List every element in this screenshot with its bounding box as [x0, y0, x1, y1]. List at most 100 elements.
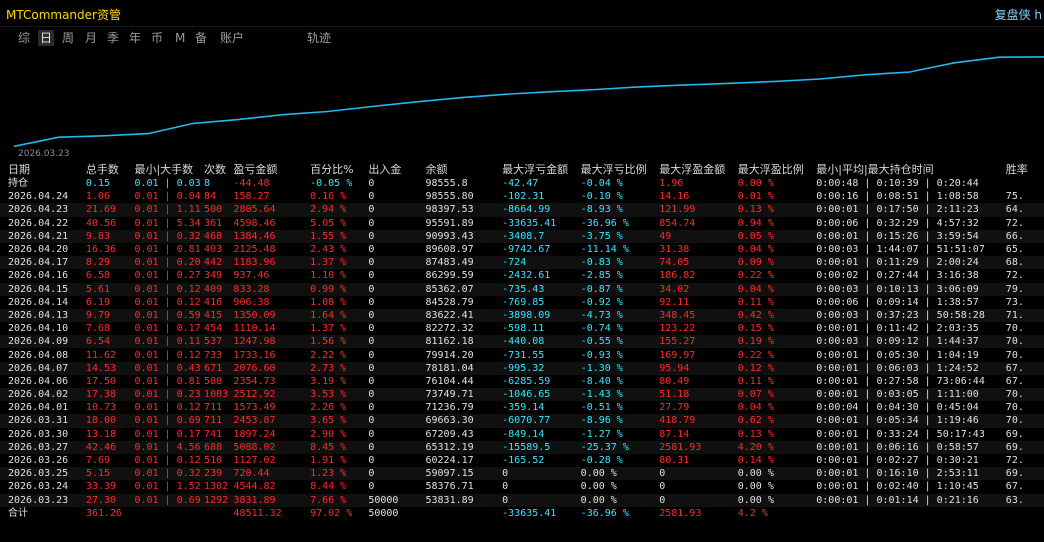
tab-month[interactable]: 月 [83, 30, 99, 46]
table-row[interactable]: 2026.04.01 10.73 0.01 | 0.12 711 1573.49 2.26… [0, 401, 1044, 414]
table-row[interactable]: 2026.04.02 17.38 0.01 | 0.23 1003 2512.92 3.5… [0, 388, 1044, 402]
header-count[interactable]: 次数 [204, 162, 233, 177]
cell-count: 409 [204, 282, 234, 296]
cell-mfpp: 0.00 % [737, 178, 774, 190]
table-row-holding[interactable]: 持仓 0.15 0.01 | 0.03 8 -44.48 -0.05 % 0 98555.8 -… [0, 177, 1044, 190]
header-total-lots[interactable]: 总手数 [86, 162, 135, 177]
cell-pnl: 1127.02 [233, 455, 276, 467]
cell-balance: 65312.19 [425, 440, 503, 454]
tab-day[interactable]: 日 [38, 30, 55, 46]
equity-point [461, 96, 463, 99]
cell-total: 21.69 [85, 203, 135, 217]
cell-win: 70. [1005, 335, 1044, 349]
table-row[interactable]: 2026.03.24 33.39 0.01 | 1.52 1302 4544.82 8.4… [0, 480, 1044, 493]
tab-notes[interactable]: 备 [193, 30, 209, 46]
header-win-rate[interactable]: 胜率 [1006, 162, 1044, 177]
header-holding-time[interactable]: 最小|平均|最大持仓时间 [816, 162, 1006, 177]
header-deposit-withdraw[interactable]: 出入金 [368, 162, 425, 177]
table-row[interactable]: 2026.04.23 21.69 0.01 | 1.11 500 2805.64 2.94… [0, 203, 1044, 217]
cell-pnl: 1573.49 [233, 402, 276, 414]
table-row[interactable]: 2026.03.30 13.18 0.01 | 0.17 741 1897.24 2.90… [0, 428, 1044, 441]
cell-mfl: -3408.7 [502, 229, 581, 243]
table-row[interactable]: 2026.04.08 11.62 0.01 | 0.12 733 1733.16 2.22… [0, 348, 1044, 361]
cell-mfp: 80.31 [659, 455, 690, 467]
equity-point [371, 105, 374, 108]
cell-date: 2026.04.02 [0, 388, 86, 402]
cell-count: 468 [204, 229, 234, 243]
cell-win: 64. [1005, 203, 1044, 217]
cell-mflp: -1.27 % [580, 428, 623, 440]
table-row[interactable]: 2026.04.10 7.68 0.01 | 0.17 454 1110.14 1.37 … [0, 322, 1044, 335]
table-row[interactable]: 2026.03.26 7.69 0.01 | 0.12 510 1127.02 1.91 … [0, 454, 1044, 467]
tab-year[interactable]: 年 [127, 30, 143, 46]
table-row-summary[interactable]: 合计 361.26 48511.32 97.02 % 50000 -33635.41 -36… [0, 507, 1044, 520]
header-max-floating-loss[interactable]: 最大浮亏金额 [502, 162, 581, 177]
cell-count: 537 [204, 335, 234, 349]
cell-balance: 95591.89 [425, 217, 474, 229]
cell-io: 0 [368, 203, 426, 217]
cell-date: 2026.03.31 [0, 414, 86, 428]
cell-mfp: 2581.93 [659, 440, 738, 454]
cell-date: 2026.04.21 [0, 229, 86, 243]
cell-balance: 58376.71 [425, 481, 474, 493]
header-pnl[interactable]: 盈亏金额 [233, 162, 310, 177]
equity-point [595, 88, 597, 91]
table-row[interactable]: 2026.04.15 5.61 0.01 | 0.12 409 833.28 0.99 %… [0, 282, 1044, 296]
cell-mflp: -0.83 % [580, 256, 660, 270]
daily-stats-table-container[interactable]: 日期 总手数 最小|大手数 次数 盈亏金额 百分比% 出入金 余额 最大浮亏金额… [0, 162, 1044, 542]
table-row[interactable]: 2026.04.24 1.06 0.01 | 0.04 84 158.27 0.16 % 0… [0, 190, 1044, 203]
cell-mfp: 14.16 [659, 191, 690, 203]
cell-pct: 0.99 % [310, 282, 369, 296]
cell-time: 0:00:06 | 0:09:14 | 1:38:57 [816, 296, 979, 308]
cell-mfp: 51.18 [659, 388, 738, 402]
cell-mfpp: 0.22 % [737, 349, 774, 361]
cell-io: 0 [368, 349, 375, 361]
header-max-floating-profit-pct[interactable]: 最大浮盈比例 [738, 162, 817, 177]
tab-currency[interactable]: 币 [149, 30, 165, 46]
table-row[interactable]: 2026.04.16 6.58 0.01 | 0.27 349 937.46 1.10 %… [0, 269, 1044, 282]
equity-point [58, 136, 60, 138]
header-max-floating-profit[interactable]: 最大浮盈金额 [659, 162, 738, 177]
table-row[interactable]: 2026.03.25 5.15 0.01 | 0.32 239 720.44 1.23 %… [0, 467, 1044, 481]
header-date[interactable]: 日期 [0, 162, 86, 177]
cell-count: 8 [204, 178, 211, 190]
header-percent[interactable]: 百分比% [310, 162, 368, 177]
table-row[interactable]: 2026.03.31 18.00 0.01 | 0.69 711 2453.87 3.65… [0, 414, 1044, 428]
cell-minmax: 0.01 | 4.56 [134, 440, 205, 454]
table-row[interactable]: 2026.04.22 40.56 0.01 | 5.34 361 4598.46 5.05… [0, 217, 1044, 230]
table-row[interactable]: 2026.04.07 14.53 0.01 | 0.43 671 2076.60 2.73… [0, 361, 1044, 375]
daily-stats-table: 日期 总手数 最小|大手数 次数 盈亏金额 百分比% 出入金 余额 最大浮亏金额… [0, 162, 1044, 520]
cell-win: 71. [1005, 308, 1044, 323]
cell-mfpp: 0.62 % [737, 414, 817, 428]
table-row[interactable]: 2026.04.14 6.19 0.01 | 0.12 416 906.38 1.08 %… [0, 296, 1044, 309]
cell-mfl: -598.11 [502, 323, 545, 335]
table-row[interactable]: 2026.04.06 17.50 0.01 | 0.81 588 2354.73 3.19… [0, 375, 1044, 388]
cell-time: 0:00:04 | 0:04:30 | 0:45:04 [816, 402, 979, 414]
header-min-max-lots[interactable]: 最小|大手数 [134, 162, 204, 177]
tab-track[interactable]: 轨迹 [305, 30, 333, 46]
header-balance[interactable]: 余额 [425, 162, 502, 177]
tab-overview[interactable]: 综 [16, 30, 32, 46]
cell-time [816, 507, 1006, 520]
tab-week[interactable]: 周 [60, 30, 76, 46]
table-row[interactable]: 2026.03.27 42.46 0.01 | 4.56 688 5088.02 8.45… [0, 440, 1044, 454]
cell-balance: 90993.43 [425, 229, 503, 243]
table-row[interactable]: 2026.04.21 9.83 0.01 | 0.32 468 1384.46 1.55 … [0, 229, 1044, 243]
app-right-title[interactable]: 复盘侠 h [995, 6, 1042, 23]
table-row[interactable]: 2026.04.20 16.36 0.01 | 0.81 403 2125.48 2.43… [0, 243, 1044, 256]
table-row[interactable]: 2026.04.09 6.54 0.01 | 0.11 537 1247.98 1.56 … [0, 335, 1044, 349]
tab-m[interactable]: M [173, 30, 187, 46]
cell-mfl: -33635.41 [502, 507, 557, 519]
cell-mfpp: 0.09 % [737, 256, 817, 270]
cell-io: 0 [368, 323, 375, 335]
cell-mflp: -2.85 % [580, 270, 623, 282]
table-row[interactable]: 2026.04.13 9.79 0.01 | 0.59 415 1350.09 1.64 … [0, 308, 1044, 323]
table-row[interactable]: 2026.04.17 8.29 0.01 | 0.20 442 1183.96 1.37 … [0, 256, 1044, 270]
header-max-floating-loss-pct[interactable]: 最大浮亏比例 [581, 162, 660, 177]
tab-account[interactable]: 账户 [218, 30, 246, 46]
cell-pnl: 2076.60 [233, 361, 311, 375]
table-row[interactable]: 2026.03.23 27.30 0.01 | 0.69 1292 3831.89 7.6… [0, 493, 1044, 507]
cell-date: 2026.03.23 [0, 493, 86, 507]
tab-quarter[interactable]: 季 [105, 30, 121, 46]
cell-balance: 76104.44 [425, 375, 474, 387]
